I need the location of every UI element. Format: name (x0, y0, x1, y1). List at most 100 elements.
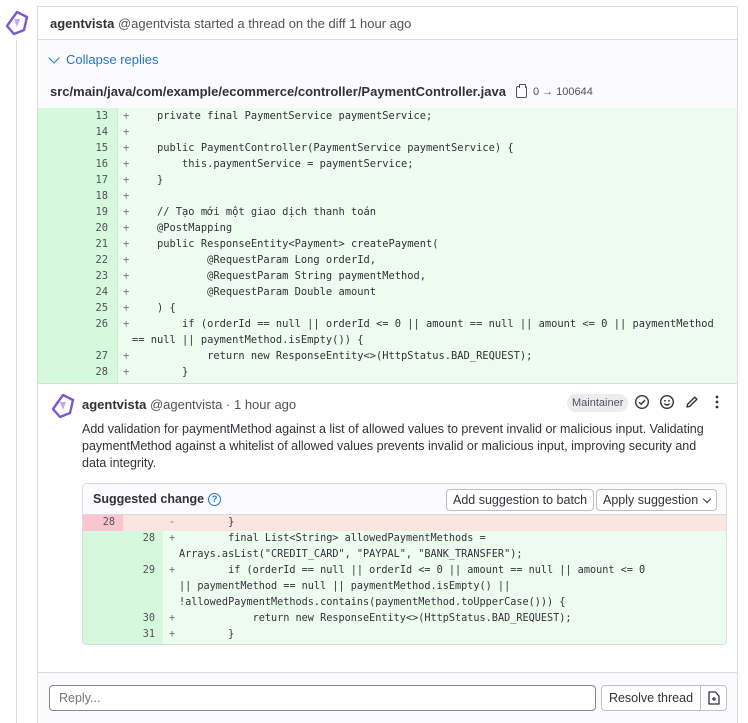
create-issue-button[interactable] (701, 685, 727, 711)
suggested-change: Suggested change ? Add suggestion to bat… (82, 483, 727, 645)
line-number[interactable]: 19 (38, 204, 108, 220)
role-badge: Maintainer (567, 394, 629, 412)
line-number[interactable]: 18 (38, 188, 108, 204)
new-line-number: 29 (142, 565, 155, 576)
comment-author-handle[interactable]: @agentvista (150, 397, 222, 412)
diff-line: 26 + if (orderId == null || orderId <= 0 … (38, 316, 737, 348)
code-text: public ResponseEntity<Payment> createPay… (132, 238, 439, 250)
code-text: public PaymentController(PaymentService … (132, 142, 514, 154)
collapse-replies-label: Collapse replies (66, 52, 159, 67)
diff-line: 28 + } (38, 364, 737, 380)
added-line-marker: + (123, 206, 130, 218)
issue-new-icon (708, 691, 720, 705)
added-line-marker: + (123, 254, 130, 266)
thread-header: agentvista @agentvista started a thread … (37, 6, 738, 39)
reply-input[interactable] (49, 685, 596, 711)
line-number[interactable]: 23 (38, 268, 108, 284)
line-number[interactable]: 14 (38, 124, 108, 140)
comment: agentvista @agentvista · 1 hour ago Main… (38, 383, 737, 672)
code-text: if (orderId == null || orderId <= 0 || a… (179, 565, 652, 608)
new-line-number: 30 (142, 613, 155, 624)
diff-line: 16 + this.paymentService = paymentService… (38, 156, 737, 172)
resolve-thread-button[interactable]: Resolve thread (601, 685, 701, 711)
diff-sign: + (169, 629, 176, 640)
edit-comment-icon[interactable] (684, 394, 700, 410)
added-line-marker: + (123, 126, 130, 138)
code-text: @RequestParam Double amount (132, 286, 376, 298)
diff-line: 19 + // Tạo mới một giao dịch thanh toán (38, 204, 737, 220)
add-reaction-icon[interactable] (659, 394, 675, 410)
diff-line: 17 + } (38, 172, 737, 188)
added-line-marker: + (123, 238, 130, 250)
added-line-marker: + (123, 174, 130, 186)
line-number[interactable]: 24 (38, 284, 108, 300)
added-line-marker: + (123, 158, 130, 170)
chevron-down-icon (48, 51, 60, 64)
diff-lines: 13 + private final PaymentService payment… (38, 108, 737, 380)
code-text: } (132, 366, 189, 378)
line-number[interactable]: 27 (38, 348, 108, 364)
diff-line: 15 + public PaymentController(PaymentServ… (38, 140, 737, 156)
added-line: 29 + if (orderId == null || orderId <= 0 … (83, 563, 726, 611)
comment-time[interactable]: · 1 hour ago (226, 397, 296, 412)
diff-line: 25 + ) { (38, 300, 737, 316)
code-text: final List<String> allowedPaymentMethods… (179, 533, 523, 560)
code-text: if (orderId == null || orderId <= 0 || a… (132, 318, 721, 346)
file-mode-change: 0 → 100644 (532, 86, 593, 98)
avatar[interactable] (5, 11, 29, 35)
suggested-change-label: Suggested change (93, 492, 205, 506)
diff-line: 21 + public ResponseEntity<Payment> creat… (38, 236, 737, 252)
add-suggestion-to-batch-button[interactable]: Add suggestion to batch (446, 489, 595, 511)
thread-body: Collapse replies src/main/java/com/examp… (37, 39, 738, 723)
new-line-number: 28 (142, 533, 155, 544)
thread-time[interactable]: 1 hour ago (349, 16, 411, 31)
thread-author-name[interactable]: agentvista (50, 16, 114, 31)
line-number[interactable]: 17 (38, 172, 108, 188)
code-text: ) { (132, 302, 176, 314)
resolve-thread-icon[interactable] (634, 394, 650, 410)
diff-line: 14 + (38, 124, 737, 140)
copy-file-path-icon[interactable] (515, 84, 527, 98)
old-line-number (83, 563, 123, 579)
line-number[interactable]: 22 (38, 252, 108, 268)
code-text: this.paymentService = paymentService; (132, 158, 414, 170)
new-line-number (123, 515, 163, 531)
more-actions-icon[interactable] (709, 394, 725, 410)
collapse-replies-button[interactable]: Collapse replies (48, 51, 159, 67)
file-path[interactable]: src/main/java/com/example/ecommerce/cont… (50, 84, 506, 99)
comment-avatar[interactable] (51, 394, 75, 418)
suggested-change-title: Suggested change ? (93, 492, 222, 506)
added-line-marker: + (123, 350, 130, 362)
diff-line: 22 + @RequestParam Long orderId, (38, 252, 737, 268)
diff-line: 18 + (38, 188, 737, 204)
diff-file-header: src/main/java/com/example/ecommerce/cont… (38, 75, 737, 108)
line-number[interactable]: 15 (38, 140, 108, 156)
line-number[interactable]: 26 (38, 316, 108, 332)
old-line-number (83, 611, 123, 627)
line-number[interactable]: 25 (38, 300, 108, 316)
code-text: @PostMapping (132, 222, 233, 234)
added-line-marker: + (123, 222, 130, 234)
line-number[interactable]: 20 (38, 220, 108, 236)
thread-author-handle[interactable]: @agentvista (118, 16, 190, 31)
removed-line: 28 - } (83, 515, 726, 531)
added-line: 28 + final List<String> allowedPaymentMet… (83, 531, 726, 563)
comment-author-name[interactable]: agentvista (82, 397, 146, 412)
line-number[interactable]: 21 (38, 236, 108, 252)
chevron-down-icon (702, 494, 712, 504)
added-line-marker: + (123, 142, 130, 154)
line-number[interactable]: 16 (38, 156, 108, 172)
code-text: @RequestParam String paymentMethod, (132, 270, 427, 282)
suggested-change-header: Suggested change ? Add suggestion to bat… (83, 484, 726, 515)
help-icon[interactable]: ? (208, 492, 222, 506)
code-text: return new ResponseEntity<>(HttpStatus.B… (179, 613, 572, 624)
line-number[interactable]: 13 (38, 108, 108, 124)
added-line-marker: + (123, 366, 130, 378)
new-line-number: 31 (142, 629, 155, 640)
line-number[interactable]: 28 (38, 364, 108, 380)
added-line: 30 + return new ResponseEntity<>(HttpStat… (83, 611, 726, 627)
apply-suggestion-button[interactable]: Apply suggestion (596, 489, 718, 511)
suggestion-diff: 28 - } 28 + final List<String> allowedPayme… (83, 515, 726, 644)
code-text: private final PaymentService paymentServ… (132, 110, 433, 122)
added-line-marker: + (123, 318, 130, 330)
